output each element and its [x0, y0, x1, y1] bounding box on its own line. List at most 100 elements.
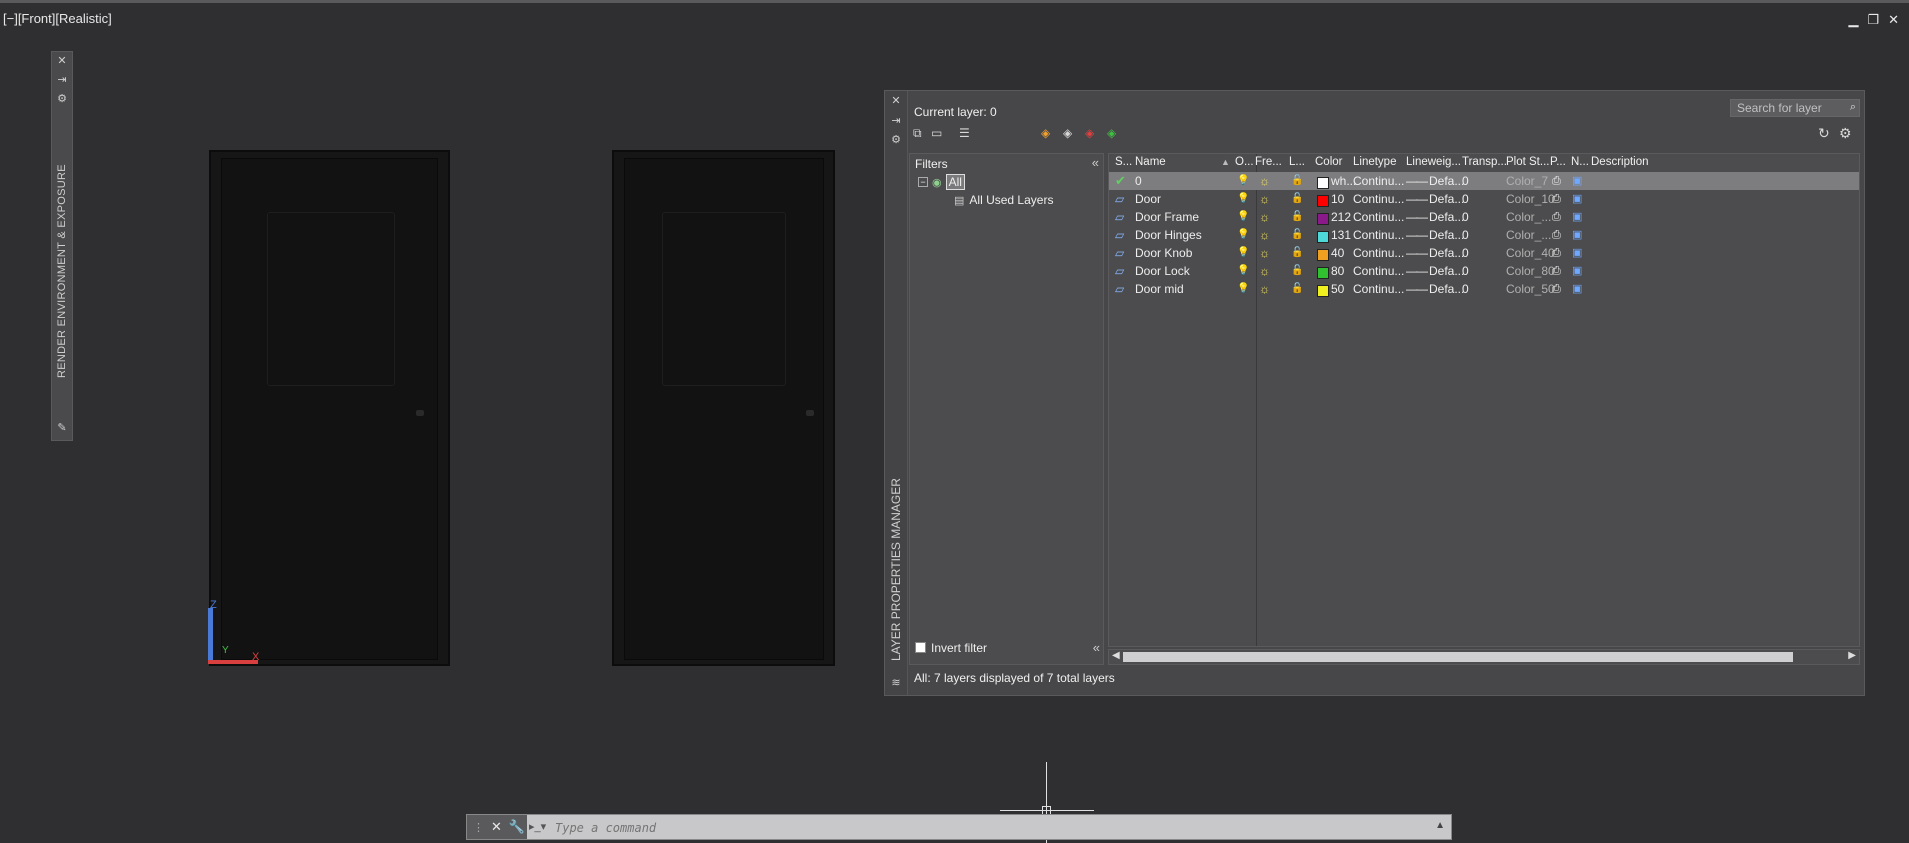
lock-icon[interactable]: 🔓 — [1291, 208, 1303, 226]
color-swatch-box[interactable] — [1317, 285, 1329, 297]
close-icon[interactable]: ✕ — [491, 819, 502, 835]
new-vp-freeze-icon[interactable]: ▣ — [1572, 244, 1582, 262]
column-header-status[interactable]: S... — [1115, 154, 1132, 171]
color-name[interactable]: 80 — [1331, 262, 1344, 280]
lock-icon[interactable]: 🔓 — [1291, 172, 1303, 190]
column-header-transparency[interactable]: Transp... — [1462, 154, 1507, 171]
settings-icon[interactable]: ⚙ — [56, 93, 68, 105]
set-current-icon[interactable]: ◈ — [1107, 125, 1116, 141]
color-swatch-box[interactable] — [1317, 177, 1329, 189]
viewport-controls-label[interactable]: [−][Front][Realistic] — [3, 11, 112, 26]
lineweight[interactable]: Defa... — [1429, 226, 1464, 244]
recent-commands-icon[interactable]: ▸_▾ — [529, 820, 546, 833]
status-icon[interactable]: ▱ — [1115, 226, 1124, 244]
plot-style[interactable]: Color_80 — [1506, 262, 1555, 280]
color-name[interactable]: 131 — [1331, 226, 1351, 244]
plot-icon[interactable]: ⎙ — [1552, 244, 1561, 262]
invert-filter-checkbox[interactable] — [915, 642, 926, 653]
freeze-sun-icon[interactable]: ☼ — [1259, 262, 1270, 280]
status-icon[interactable]: ✔ — [1115, 172, 1126, 190]
lineweight[interactable]: Defa... — [1429, 208, 1464, 226]
plot-style[interactable]: Color_7 — [1506, 172, 1548, 190]
new-vp-freeze-icon[interactable]: ▣ — [1572, 172, 1582, 190]
layer-row[interactable]: ▱ Door 💡 ☼ 🔓 10 Continu... —— Defa... 0 Color_10 ⎙ ▣ — [1109, 190, 1859, 208]
delete-layer-icon[interactable]: ◈ — [1085, 125, 1094, 141]
layer-row[interactable]: ✔ 0 💡 ☼ 🔓 wh... Continu... —— Defa... 0 Color_7 ⎙ ▣ — [1109, 172, 1859, 190]
pin-icon[interactable]: ⇥ — [56, 74, 68, 86]
on-bulb-icon[interactable]: 💡 — [1237, 262, 1249, 280]
lineweight-line[interactable]: —— — [1406, 244, 1428, 262]
new-layer-icon[interactable]: ◈ — [1041, 125, 1050, 141]
linetype[interactable]: Continu... — [1353, 262, 1404, 280]
layer-row[interactable]: ▱ Door Hinges 💡 ☼ 🔓 131 Continu... —— Defa... 0 Co… — [1109, 226, 1859, 244]
linetype[interactable]: Continu... — [1353, 208, 1404, 226]
layer-row[interactable]: ▱ Door Lock 💡 ☼ 🔓 80 Continu... —— Defa... 0 Color… — [1109, 262, 1859, 280]
color-name[interactable]: 212 — [1331, 208, 1351, 226]
new-property-filter-icon[interactable]: ⧉ — [913, 125, 922, 141]
status-icon[interactable]: ▱ — [1115, 280, 1124, 298]
lineweight-line[interactable]: —— — [1406, 280, 1428, 298]
column-header-lock[interactable]: L... — [1289, 154, 1305, 171]
on-bulb-icon[interactable]: 💡 — [1237, 244, 1249, 262]
color-swatch-box[interactable] — [1317, 267, 1329, 279]
column-header-plot[interactable]: P... — [1550, 154, 1566, 171]
column-header-freeze[interactable]: Fre... — [1255, 154, 1282, 171]
scroll-left-icon[interactable]: ◀ — [1112, 650, 1120, 661]
lineweight[interactable]: Defa... — [1429, 262, 1464, 280]
freeze-sun-icon[interactable]: ☼ — [1259, 280, 1270, 298]
plot-icon[interactable]: ⎙ — [1552, 208, 1561, 226]
plot-icon[interactable]: ⎙ — [1552, 172, 1561, 190]
color-name[interactable]: 10 — [1331, 190, 1344, 208]
new-vp-freeze-icon[interactable]: ▣ — [1572, 226, 1582, 244]
color-name[interactable]: 50 — [1331, 280, 1344, 298]
plot-icon[interactable]: ⎙ — [1552, 262, 1561, 280]
freeze-sun-icon[interactable]: ☼ — [1259, 172, 1270, 190]
status-icon[interactable]: ▱ — [1115, 244, 1124, 262]
collapse-icon[interactable]: « — [1093, 640, 1100, 655]
plot-style[interactable]: Color_40 — [1506, 244, 1555, 262]
layer-row[interactable]: ▱ Door mid 💡 ☼ 🔓 50 Continu... —— Defa... 0 Color_… — [1109, 280, 1859, 298]
column-header-description[interactable]: Description — [1591, 154, 1649, 171]
new-layer-vp-frozen-icon[interactable]: ◈ — [1063, 125, 1072, 141]
scrollbar-thumb[interactable] — [1123, 652, 1793, 662]
status-icon[interactable]: ▱ — [1115, 262, 1124, 280]
column-header-new-vp-freeze[interactable]: N... — [1571, 154, 1589, 171]
scroll-right-icon[interactable]: ▶ — [1848, 650, 1856, 661]
restore-icon[interactable]: ❐ — [1867, 12, 1879, 28]
collapse-icon[interactable]: « — [1092, 155, 1099, 170]
plot-style[interactable]: Color_... — [1506, 226, 1551, 244]
layers-icon[interactable]: ≋ — [890, 677, 902, 689]
linetype[interactable]: Continu... — [1353, 244, 1404, 262]
search-input[interactable]: Search for layer ⌕ — [1730, 99, 1860, 117]
plot-style[interactable]: Color_50 — [1506, 280, 1555, 298]
lineweight-line[interactable]: —— — [1406, 208, 1428, 226]
lineweight[interactable]: Defa... — [1429, 172, 1464, 190]
linetype[interactable]: Continu... — [1353, 190, 1404, 208]
on-bulb-icon[interactable]: 💡 — [1237, 190, 1249, 208]
status-icon[interactable]: ▱ — [1115, 208, 1124, 226]
lineweight[interactable]: Defa... — [1429, 280, 1464, 298]
column-header-linetype[interactable]: Linetype — [1353, 154, 1396, 171]
tree-node-all-used-layers[interactable]: ▤ All Used Layers — [954, 193, 1053, 207]
linetype[interactable]: Continu... — [1353, 280, 1404, 298]
layer-row[interactable]: ▱ Door Frame 💡 ☼ 🔓 212 Continu... —— Defa... 0 Col… — [1109, 208, 1859, 226]
plot-icon[interactable]: ⎙ — [1552, 280, 1561, 298]
color-name[interactable]: 40 — [1331, 244, 1344, 262]
plot-icon[interactable]: ⎙ — [1552, 190, 1561, 208]
freeze-sun-icon[interactable]: ☼ — [1259, 226, 1270, 244]
lineweight[interactable]: Defa... — [1429, 244, 1464, 262]
color-swatch-box[interactable] — [1317, 195, 1329, 207]
linetype[interactable]: Continu... — [1353, 172, 1404, 190]
status-icon[interactable]: ▱ — [1115, 190, 1124, 208]
layer-row[interactable]: ▱ Door Knob 💡 ☼ 🔓 40 Continu... —— Defa... 0 Color… — [1109, 244, 1859, 262]
tree-node-all[interactable]: − ◉ All — [918, 174, 965, 190]
lock-icon[interactable]: 🔓 — [1291, 226, 1303, 244]
plot-style[interactable]: Color_10 — [1506, 190, 1555, 208]
layer-states-manager-icon[interactable]: ☰ — [959, 125, 970, 141]
freeze-sun-icon[interactable]: ☼ — [1259, 190, 1270, 208]
column-header-lineweight[interactable]: Lineweig... — [1406, 154, 1461, 171]
search-icon[interactable]: ⌕ — [1850, 101, 1856, 114]
close-icon[interactable]: ✕ — [56, 55, 68, 67]
collapse-tree-icon[interactable]: − — [918, 177, 928, 187]
on-bulb-icon[interactable]: 💡 — [1237, 226, 1249, 244]
